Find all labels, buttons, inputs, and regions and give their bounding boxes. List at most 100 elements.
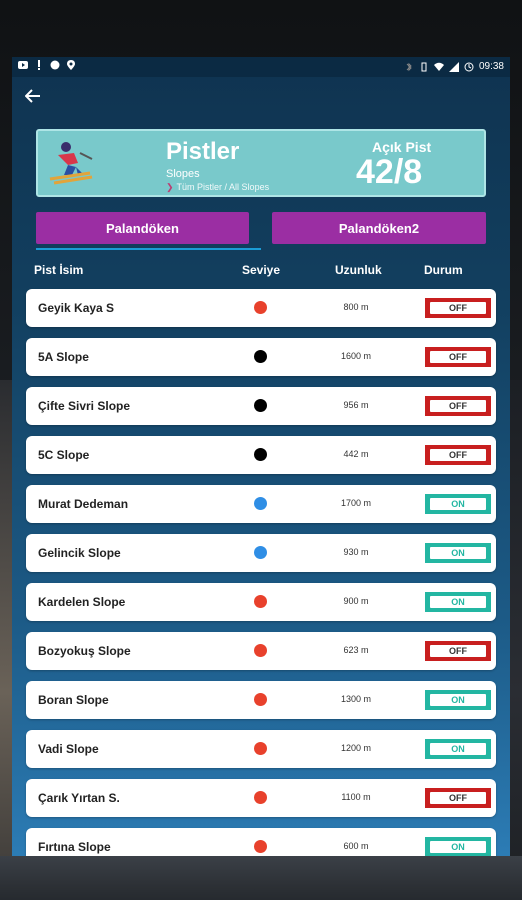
status-badge[interactable]: ON <box>425 592 491 612</box>
header-level: Seviye <box>242 263 281 277</box>
table-row[interactable]: 5C Slope 442 m OFF <box>26 436 496 474</box>
status-badge[interactable]: ON <box>425 543 491 563</box>
battery-icon <box>464 62 474 71</box>
slope-name: 5C Slope <box>38 448 90 462</box>
status-badge[interactable]: OFF <box>425 396 491 416</box>
slopes-summary-card: Pistler Slopes ❯ Tüm Pistler / All Slopes… <box>36 129 486 197</box>
youtube-icon <box>18 61 28 69</box>
table-row[interactable]: Boran Slope 1300 m ON <box>26 681 496 719</box>
status-badge[interactable]: ON <box>425 690 491 710</box>
header-length: Uzunluk <box>335 263 382 277</box>
table-row[interactable]: Geyik Kaya S 800 m OFF <box>26 289 496 327</box>
status-badge[interactable]: OFF <box>425 641 491 661</box>
breadcrumb[interactable]: ❯ Tüm Pistler / All Slopes <box>166 182 269 193</box>
breadcrumb-label: Tüm Pistler / All Slopes <box>176 182 270 192</box>
table-row[interactable]: Bozyokuş Slope 623 m OFF <box>26 632 496 670</box>
chevron-right-icon: ❯ <box>166 182 174 192</box>
alert-icon <box>38 60 40 70</box>
table-row[interactable]: Vadi Slope 1200 m ON <box>26 730 496 768</box>
active-tab-indicator <box>36 248 261 250</box>
level-black-dot-icon <box>254 399 267 412</box>
background-bottom <box>0 856 522 900</box>
status-label: ON <box>430 596 486 608</box>
chat-icon <box>50 60 60 70</box>
slope-length: 930 m <box>343 547 369 557</box>
slope-name: Gelincik Slope <box>38 546 121 560</box>
slope-name: 5A Slope <box>38 350 89 364</box>
location-icon <box>67 60 75 70</box>
status-badge[interactable]: OFF <box>425 347 491 367</box>
level-red-dot-icon <box>254 840 267 853</box>
slope-name: Vadi Slope <box>38 742 99 756</box>
status-bar: 09:38 <box>12 57 510 77</box>
slope-length: 1600 m <box>340 351 372 361</box>
level-red-dot-icon <box>254 693 267 706</box>
status-label: ON <box>430 547 486 559</box>
level-red-dot-icon <box>254 644 267 657</box>
status-label: ON <box>430 498 486 510</box>
table-header: Pist İsim Seviye Uzunluk Durum <box>32 263 492 281</box>
slope-name: Boran Slope <box>38 693 109 707</box>
resort-tabs: Palandöken Palandöken2 <box>36 212 486 252</box>
slope-name: Murat Dedeman <box>38 497 129 511</box>
status-badge[interactable]: OFF <box>425 298 491 318</box>
status-label: OFF <box>430 302 486 314</box>
tab-palandoken2[interactable]: Palandöken2 <box>272 212 486 244</box>
tab-palandoken[interactable]: Palandöken <box>36 212 249 244</box>
level-red-dot-icon <box>254 595 267 608</box>
slope-length: 600 m <box>343 841 369 851</box>
page-title: Pistler <box>166 138 240 165</box>
slope-length: 956 m <box>343 400 369 410</box>
level-blue-dot-icon <box>254 497 267 510</box>
slope-name: Geyik Kaya S <box>38 301 115 315</box>
status-label: ON <box>430 694 486 706</box>
arrow-left-icon <box>25 89 40 103</box>
slope-length: 1300 m <box>340 694 372 704</box>
top-bar <box>12 77 510 117</box>
wifi-icon <box>433 62 444 71</box>
status-label: OFF <box>430 792 486 804</box>
level-black-dot-icon <box>254 448 267 461</box>
slope-name: Çifte Sivri Slope <box>38 399 131 413</box>
back-button[interactable] <box>22 85 44 107</box>
status-badge[interactable]: ON <box>425 837 491 856</box>
signal-icon <box>448 61 459 72</box>
table-row[interactable]: Fırtına Slope 600 m ON <box>26 828 496 856</box>
slope-name: Fırtına Slope <box>38 840 111 854</box>
skier-icon <box>49 142 93 185</box>
table-row[interactable]: Murat Dedeman 1700 m ON <box>26 485 496 523</box>
level-red-dot-icon <box>254 742 267 755</box>
app-screen: 09:38 Pistler Slopes ❯ Tüm Pistler / All … <box>12 57 510 856</box>
status-badge[interactable]: OFF <box>425 445 491 465</box>
slope-name: Çarık Yırtan S. <box>38 791 120 805</box>
status-badge[interactable]: ON <box>425 494 491 514</box>
level-blue-dot-icon <box>254 546 267 559</box>
status-label: OFF <box>430 645 486 657</box>
table-row[interactable]: Çifte Sivri Slope 956 m OFF <box>26 387 496 425</box>
slope-length: 900 m <box>343 596 369 606</box>
status-label: OFF <box>430 351 486 363</box>
status-badge[interactable]: ON <box>425 739 491 759</box>
slope-length: 1100 m <box>341 792 371 802</box>
table-row[interactable]: Kardelen Slope 900 m ON <box>26 583 496 621</box>
clock: 09:38 <box>478 61 504 72</box>
status-label: OFF <box>430 400 486 412</box>
status-label: OFF <box>430 449 486 461</box>
level-black-dot-icon <box>254 350 267 363</box>
slope-length: 623 m <box>343 645 369 655</box>
vibrate-icon <box>421 62 427 71</box>
page-subtitle: Slopes <box>166 168 200 180</box>
status-label: ON <box>430 743 486 755</box>
status-badge[interactable]: OFF <box>425 788 491 808</box>
status-label: ON <box>430 841 486 853</box>
level-red-dot-icon <box>254 301 267 314</box>
open-slopes-count: 42/8 <box>356 153 423 191</box>
slope-length: 442 m <box>343 449 369 459</box>
slope-length: 1200 m <box>340 743 372 753</box>
table-row[interactable]: Gelincik Slope 930 m ON <box>26 534 496 572</box>
table-row[interactable]: 5A Slope 1600 m OFF <box>26 338 496 376</box>
slope-length: 1700 m <box>340 498 372 508</box>
table-row[interactable]: Çarık Yırtan S. 1100 m OFF <box>26 779 496 817</box>
slope-name: Bozyokuş Slope <box>38 644 131 658</box>
header-state: Durum <box>424 263 463 277</box>
